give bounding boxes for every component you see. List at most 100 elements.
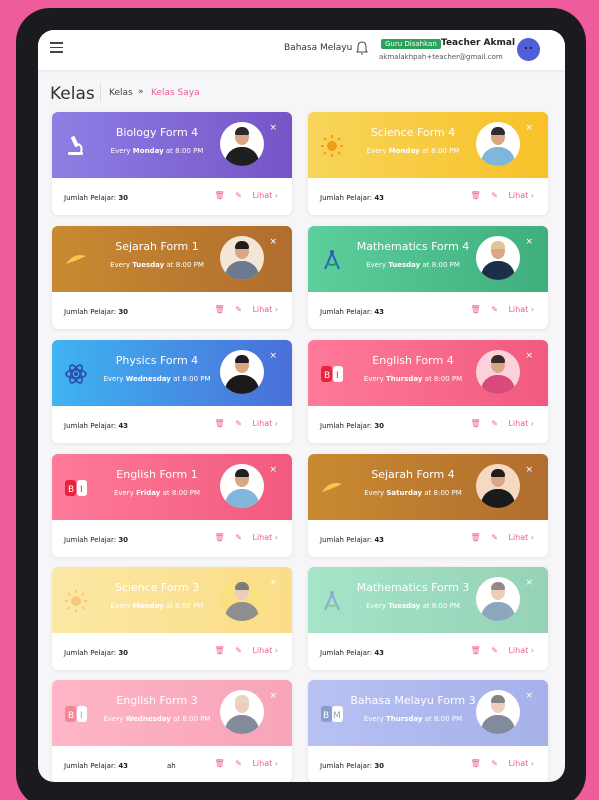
class-subject: Mathematics Form 4 [356, 240, 470, 253]
teacher-photo [220, 122, 264, 166]
view-button[interactable]: Lihat › [508, 305, 534, 314]
edit-icon[interactable]: ✎ [491, 419, 498, 428]
view-button[interactable]: Lihat › [508, 533, 534, 542]
view-button[interactable]: Lihat › [508, 419, 534, 428]
class-card[interactable]: Science Form 4 Every Monday at 8:00 PM ×… [308, 112, 548, 215]
view-button[interactable]: Lihat › [508, 191, 534, 200]
class-schedule: Every Thursday at 8:00 PM [363, 715, 463, 723]
class-subject: Mathematics Form 3 [356, 581, 470, 594]
card-actions: 🗑 ✎ Lihat › [207, 419, 279, 428]
class-card[interactable]: Mathematics Form 4 Every Tuesday at 8:00… [308, 226, 548, 329]
close-icon[interactable]: × [269, 351, 277, 361]
class-schedule: Every Tuesday at 8:00 PM [366, 602, 460, 610]
edit-icon[interactable]: ✎ [235, 533, 242, 542]
edit-icon[interactable]: ✎ [235, 191, 242, 200]
bell-icon[interactable] [356, 41, 368, 55]
class-card[interactable]: BI English Form 1 Every Friday at 8:00 P… [52, 454, 292, 557]
close-icon[interactable]: × [525, 691, 533, 701]
card-actions: 🗑 ✎ Lihat › [207, 646, 279, 655]
view-button[interactable]: Lihat › [508, 646, 534, 655]
view-button[interactable]: Lihat › [252, 419, 278, 428]
trash-icon[interactable]: 🗑 [471, 419, 481, 428]
class-subject: Biology Form 4 [115, 126, 199, 139]
class-banner: Sejarah Form 1 Every Tuesday at 8:00 PM … [52, 226, 292, 292]
class-subject: Bahasa Melayu Form 3 [350, 694, 476, 707]
divider [100, 84, 101, 102]
class-banner: Science Form 4 Every Monday at 8:00 PM × [308, 112, 548, 178]
class-card[interactable]: BI English Form 3 Every Wednesday at 8:0… [52, 680, 292, 782]
card-actions: 🗑 ✎ Lihat › [463, 191, 535, 200]
teacher-photo [476, 464, 520, 508]
close-icon[interactable]: × [525, 123, 533, 133]
trash-icon[interactable]: 🗑 [215, 419, 225, 428]
card-actions: 🗑 ✎ Lihat › [207, 533, 279, 542]
top-bar: Bahasa Melayu Guru Disahkan Teacher Akma… [38, 30, 565, 70]
edit-icon[interactable]: ✎ [491, 533, 498, 542]
edit-icon[interactable]: ✎ [491, 759, 498, 768]
class-schedule: Every Friday at 8:00 PM [113, 489, 201, 497]
view-button[interactable]: Lihat › [508, 759, 534, 768]
trash-icon[interactable]: 🗑 [215, 759, 225, 768]
view-button[interactable]: Lihat › [252, 759, 278, 768]
language-selector[interactable]: Bahasa Melayu [284, 43, 352, 53]
class-subject: English Form 1 [116, 468, 198, 481]
class-subject: English Form 4 [372, 354, 454, 367]
class-schedule: Every Wednesday at 8:00 PM [103, 375, 211, 383]
trash-icon[interactable]: 🗑 [215, 646, 225, 655]
edit-icon[interactable]: ✎ [491, 305, 498, 314]
trash-icon[interactable]: 🗑 [471, 533, 481, 542]
class-card[interactable]: Science Form 3 Every Monday at 8:00 PM ×… [52, 567, 292, 670]
class-card[interactable]: Mathematics Form 3 Every Tuesday at 8:00… [308, 567, 548, 670]
student-count: Jumlah Pelajar: 43 [64, 762, 129, 770]
class-card[interactable]: Physics Form 4 Every Wednesday at 8:00 P… [52, 340, 292, 443]
trash-icon[interactable]: 🗑 [215, 533, 225, 542]
class-card[interactable]: BM Bahasa Melayu Form 3 Every Thursday a… [308, 680, 548, 782]
svg-text:B: B [68, 711, 74, 721]
breadcrumb-kelas[interactable]: Kelas [109, 88, 133, 98]
class-subject: Sejarah Form 1 [115, 240, 199, 253]
trash-icon[interactable]: 🗑 [215, 191, 225, 200]
class-card[interactable]: Sejarah Form 4 Every Saturday at 8:00 PM… [308, 454, 548, 557]
edit-icon[interactable]: ✎ [235, 305, 242, 314]
edit-icon[interactable]: ✎ [491, 646, 498, 655]
card-actions: 🗑 ✎ Lihat › [463, 305, 535, 314]
trash-icon[interactable]: 🗑 [471, 305, 481, 314]
close-icon[interactable]: × [269, 123, 277, 133]
edit-icon[interactable]: ✎ [235, 646, 242, 655]
class-schedule: Every Tuesday at 8:00 PM [110, 261, 204, 269]
card-actions: 🗑 ✎ Lihat › [463, 646, 535, 655]
close-icon[interactable]: × [525, 578, 533, 588]
class-banner: Physics Form 4 Every Wednesday at 8:00 P… [52, 340, 292, 406]
class-card[interactable]: Sejarah Form 1 Every Tuesday at 8:00 PM … [52, 226, 292, 329]
close-icon[interactable]: × [525, 237, 533, 247]
close-icon[interactable]: × [525, 351, 533, 361]
class-card[interactable]: BI English Form 4 Every Thursday at 8:00… [308, 340, 548, 443]
close-icon[interactable]: × [269, 578, 277, 588]
view-button[interactable]: Lihat › [252, 305, 278, 314]
class-card[interactable]: Biology Form 4 Every Monday at 8:00 PM ×… [52, 112, 292, 215]
class-subject: Sejarah Form 4 [371, 468, 455, 481]
trash-icon[interactable]: 🗑 [471, 191, 481, 200]
trash-icon[interactable]: 🗑 [471, 646, 481, 655]
close-icon[interactable]: × [269, 465, 277, 475]
close-icon[interactable]: × [525, 465, 533, 475]
extra-text: ah [167, 762, 176, 770]
avatar[interactable] [517, 38, 540, 61]
student-count: Jumlah Pelajar: 43 [64, 422, 129, 430]
trash-icon[interactable]: 🗑 [215, 305, 225, 314]
edit-icon[interactable]: ✎ [235, 419, 242, 428]
view-button[interactable]: Lihat › [252, 533, 278, 542]
edit-icon[interactable]: ✎ [235, 759, 242, 768]
class-subject: Physics Form 4 [115, 354, 199, 367]
trash-icon[interactable]: 🗑 [471, 759, 481, 768]
menu-icon[interactable] [50, 42, 63, 53]
page-title: Kelas [50, 84, 95, 104]
view-button[interactable]: Lihat › [252, 646, 278, 655]
student-count: Jumlah Pelajar: 43 [320, 308, 385, 316]
breadcrumb-kelas-saya[interactable]: Kelas Saya [151, 88, 200, 98]
close-icon[interactable]: × [269, 237, 277, 247]
class-banner: BI English Form 4 Every Thursday at 8:00… [308, 340, 548, 406]
close-icon[interactable]: × [269, 691, 277, 701]
edit-icon[interactable]: ✎ [491, 191, 498, 200]
view-button[interactable]: Lihat › [252, 191, 278, 200]
